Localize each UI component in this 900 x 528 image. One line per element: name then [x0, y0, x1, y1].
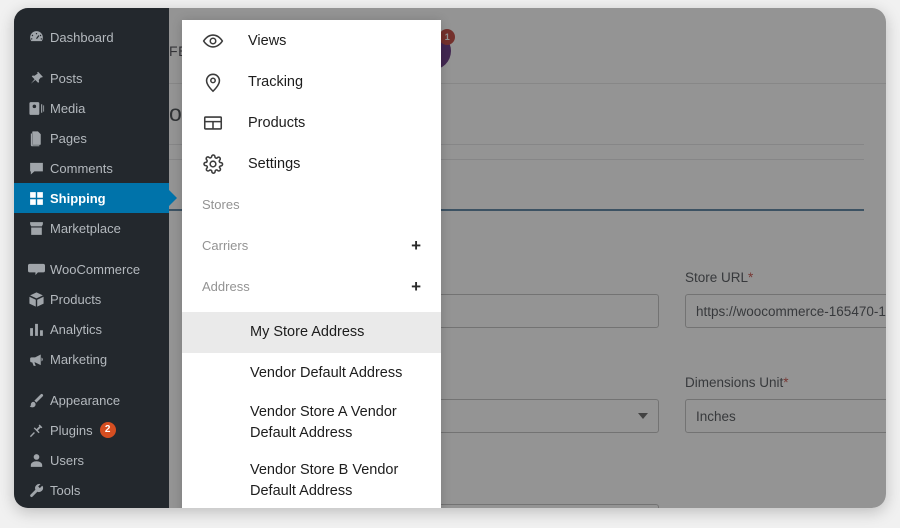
comment-icon	[28, 160, 50, 177]
flyout-section-stores[interactable]: Stores	[182, 184, 441, 225]
sidebar-item-plugins[interactable]: Plugins 2	[14, 415, 169, 445]
active-pointer-arrow-icon	[169, 190, 177, 206]
flyout-item-label: Views	[248, 32, 287, 49]
address-item-label: Vendor Default Address	[250, 365, 403, 381]
address-item[interactable]: My Store Address	[182, 312, 441, 353]
sidebar-divider	[14, 243, 169, 254]
browser-window-card: FESTTRACKINGHELP1 ommerce Store Store UR…	[14, 8, 886, 508]
sidebar-item-label: Posts	[50, 70, 83, 86]
sidebar-item-label: Pages	[50, 130, 87, 146]
shipping-flyout-menu: Views Tracking Products Settings Stores Carri…	[182, 20, 441, 508]
plus-icon[interactable]: +	[411, 278, 423, 295]
flyout-item-views[interactable]: Views	[182, 20, 441, 61]
megaphone-icon	[28, 351, 50, 368]
sidebar-item-posts[interactable]: Posts	[14, 63, 169, 93]
plug-icon	[28, 422, 50, 439]
pin-icon	[28, 70, 50, 87]
wrench-icon	[28, 482, 50, 499]
sidebar-item-users[interactable]: Users	[14, 445, 169, 475]
wordpress-admin-sidebar: Dashboard Posts Media Pages Comments Shipping…	[14, 8, 177, 508]
flyout-item-label: Settings	[248, 155, 301, 172]
flyout-item-label: Tracking	[248, 73, 304, 90]
flyout-section-label: Carriers	[202, 238, 249, 253]
address-item[interactable]: Vendor Store B Vendor Default Address	[182, 452, 441, 508]
sidebar-item-label: Shipping	[50, 190, 106, 206]
flyout-item-label: Products	[248, 114, 306, 131]
flyout-item-settings[interactable]: Settings	[182, 143, 441, 184]
dashboard-icon	[28, 29, 50, 46]
media-icon	[28, 100, 50, 117]
sidebar-item-marketplace[interactable]: Marketplace	[14, 213, 169, 243]
box-icon	[28, 291, 50, 308]
sidebar-item-products[interactable]: Products	[14, 284, 169, 314]
address-item-label: Vendor Store A Vendor Default Address	[250, 404, 397, 441]
sidebar-item-label: Products	[50, 291, 102, 307]
sidebar-item-tools[interactable]: Tools	[14, 475, 169, 505]
store-icon	[28, 220, 50, 237]
sidebar-item-marketing[interactable]: Marketing	[14, 344, 169, 374]
sidebar-item-label: Appearance	[50, 392, 121, 408]
sidebar-item-badge: 2	[99, 422, 116, 438]
sidebar-divider	[14, 52, 169, 63]
sidebar-item-appearance[interactable]: Appearance	[14, 385, 169, 415]
address-item-label: My Store Address	[250, 324, 365, 340]
plus-icon[interactable]: +	[411, 237, 423, 254]
sidebar-item-woocommerce[interactable]: WooCommerce	[14, 254, 169, 284]
sidebar-item-label: Plugins	[50, 422, 93, 438]
sidebar-item-label: Marketing	[50, 351, 108, 367]
eye-icon	[202, 30, 248, 52]
sidebar-item-label: Marketplace	[50, 220, 121, 236]
sidebar-item-media[interactable]: Media	[14, 93, 169, 123]
flyout-section-label: Stores	[202, 197, 240, 212]
gear-icon	[202, 153, 248, 175]
pages-icon	[28, 130, 50, 147]
woocommerce-icon	[28, 261, 50, 278]
sidebar-item-label: Analytics	[50, 321, 103, 337]
sidebar-item-label: Tools	[50, 482, 81, 498]
sidebar-item-label: Media	[50, 100, 86, 116]
sidebar-item-label: Comments	[50, 160, 113, 176]
sidebar-item-analytics[interactable]: Analytics	[14, 314, 169, 344]
sidebar-item-comments[interactable]: Comments	[14, 153, 169, 183]
map-pin-icon	[202, 71, 248, 93]
flyout-section-carriers[interactable]: Carriers +	[182, 225, 441, 266]
grid-icon	[28, 190, 50, 207]
address-item-label: Vendor Store B Vendor Default Address	[250, 462, 399, 499]
flyout-item-tracking[interactable]: Tracking	[182, 61, 441, 102]
bar-chart-icon	[28, 321, 50, 338]
sidebar-item-shipping[interactable]: Shipping	[14, 183, 177, 213]
sidebar-item-label: Users	[50, 452, 84, 468]
sidebar-item-label: WooCommerce	[50, 261, 141, 277]
app-root: FESTTRACKINGHELP1 ommerce Store Store UR…	[0, 0, 900, 528]
flyout-section-label: Address	[202, 279, 250, 294]
sidebar-item-dashboard[interactable]: Dashboard	[14, 22, 169, 52]
sidebar-divider	[14, 374, 169, 385]
layout-icon	[202, 112, 248, 134]
flyout-item-products[interactable]: Products	[182, 102, 441, 143]
sidebar-item-label: Dashboard	[50, 29, 114, 45]
user-icon	[28, 452, 50, 469]
address-item[interactable]: Vendor Store A Vendor Default Address	[182, 394, 441, 452]
sidebar-item-pages[interactable]: Pages	[14, 123, 169, 153]
paintbrush-icon	[28, 392, 50, 409]
address-item[interactable]: Vendor Default Address	[182, 353, 441, 394]
flyout-section-address[interactable]: Address +	[182, 266, 441, 307]
